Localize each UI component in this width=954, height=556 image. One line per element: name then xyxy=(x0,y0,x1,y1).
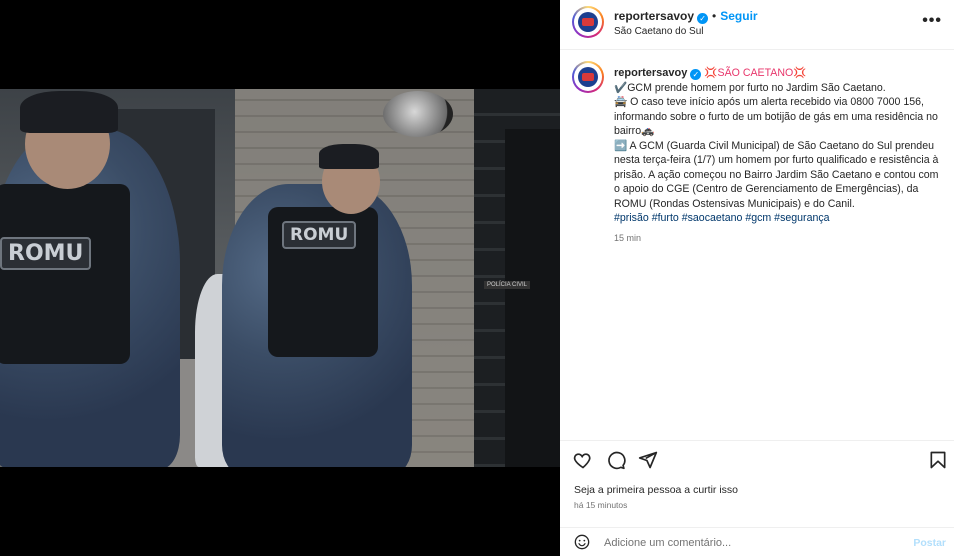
caption-time: 15 min xyxy=(614,232,642,243)
comment-input[interactable] xyxy=(604,534,904,552)
username-link[interactable]: reportersavoy xyxy=(614,9,694,23)
caption-line-2: 🚔 O caso teve início após um alerta rece… xyxy=(614,96,938,137)
separator-dot: • xyxy=(712,9,717,23)
hashtags[interactable]: #prisão #furto #saocaetano #gcm #seguran… xyxy=(614,212,830,224)
action-bar xyxy=(560,440,954,478)
post-header: reportersavoy ✓ • Seguir São Caetano do Sul… xyxy=(560,0,954,50)
verified-badge-icon: ✓ xyxy=(697,13,709,24)
follow-button[interactable]: Seguir xyxy=(720,9,757,23)
more-options-icon[interactable]: ••• xyxy=(922,12,942,30)
verified-badge-icon: ✓ xyxy=(690,69,702,80)
heart-icon[interactable] xyxy=(573,450,593,470)
romu-patch-right: ROMU xyxy=(282,221,357,249)
post-photo[interactable]: ROMU ROMU POLÍCIA CIVIL xyxy=(0,89,560,467)
comment-bar: Postar xyxy=(560,527,954,556)
caption: reportersavoy ✓ 💢SÃO CAETANO💢 ✔️GCM prend… xyxy=(560,50,954,440)
media-stage: ROMU ROMU POLÍCIA CIVIL xyxy=(0,0,560,556)
comment-icon[interactable] xyxy=(606,450,626,470)
caption-avatar[interactable] xyxy=(572,61,604,93)
likes-text: Seja a primeira pessoa a curtir isso xyxy=(574,484,738,496)
caption-line-3: ➡️ A GCM (Guarda Civil Municipal) de São… xyxy=(614,139,939,210)
convex-mirror xyxy=(383,91,453,137)
romu-patch-left: ROMU xyxy=(0,237,92,270)
bookmark-icon[interactable] xyxy=(928,450,948,470)
location-link[interactable]: São Caetano do Sul xyxy=(614,26,704,37)
caption-username[interactable]: reportersavoy xyxy=(614,67,687,79)
post-sidebar: reportersavoy ✓ • Seguir São Caetano do Sul… xyxy=(560,0,954,556)
post-comment-button[interactable]: Postar xyxy=(913,537,946,549)
emoji-icon[interactable] xyxy=(574,534,590,550)
share-icon[interactable] xyxy=(638,450,658,470)
caption-line-1: ✔️GCM prende homem por furto no Jardim S… xyxy=(614,81,886,94)
caption-headline: 💢SÃO CAETANO💢 xyxy=(704,67,807,79)
police-sign: POLÍCIA CIVIL xyxy=(484,281,531,289)
avatar[interactable] xyxy=(572,6,604,38)
post-timestamp: há 15 minutos xyxy=(574,500,628,510)
